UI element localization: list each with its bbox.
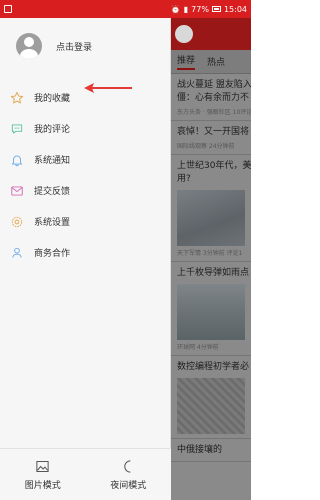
background-tabs: 推荐 热点	[171, 50, 251, 74]
article-image	[177, 378, 245, 434]
login-profile[interactable]: 点击登录	[0, 18, 170, 74]
menu-item-label: 我的收藏	[34, 94, 71, 104]
clock: 15:04	[223, 4, 247, 14]
article-title: 僵：心有余而力不	[177, 93, 250, 103]
login-label[interactable]: 点击登录	[56, 40, 92, 53]
article-meta: 国际线观察 24分钟前	[177, 143, 235, 150]
article-image	[177, 190, 245, 246]
menu-item-label: 系统设置	[34, 218, 71, 228]
comment-icon	[10, 122, 24, 136]
background-app: 推荐 热点 战火蔓延 盟友陷入 僵：心有余而力不 东方头条 · 强眼社区 10评…	[171, 18, 251, 500]
article-title: 用?	[177, 174, 191, 184]
article-meta: 东方头条 · 强眼社区 10评论	[177, 109, 251, 116]
arrow-annotation-icon	[84, 83, 132, 93]
article-title: 上千枚导弹如雨点	[177, 268, 250, 278]
drawer-menu: 我的收藏 我的评论 系统通知 提交反馈 系统设置 商务合作	[0, 82, 170, 268]
list-item: 中俄接壤的	[171, 439, 251, 462]
night-mode-label: 夜间模式	[110, 480, 147, 491]
image-mode-label: 图片模式	[24, 480, 61, 491]
feedback-icon	[10, 184, 24, 198]
moon-icon	[124, 459, 131, 473]
menu-item-business[interactable]: 商务合作	[0, 237, 170, 268]
article-title: 中俄接壤的	[177, 445, 223, 455]
menu-item-label: 提交反馈	[34, 187, 71, 197]
article-title: 战火蔓延 盟友陷入	[177, 80, 251, 90]
article-title: 哀悼！又一开国将	[177, 127, 250, 137]
signal-icon: ▮	[183, 4, 189, 14]
menu-item-settings[interactable]: 系统设置	[0, 206, 170, 237]
notification-icon	[4, 5, 12, 13]
alarm-icon: ⏰	[170, 4, 181, 14]
list-item: 上千枚导弹如雨点 环球网 4分钟前	[171, 262, 251, 356]
menu-item-label: 我的评论	[34, 125, 71, 135]
article-title: 数控编程初学者必	[177, 362, 250, 372]
list-item: 哀悼！又一开国将 国际线观察 24分钟前	[171, 121, 251, 155]
menu-item-comments[interactable]: 我的评论	[0, 113, 170, 144]
menu-item-label: 商务合作	[34, 249, 71, 259]
article-title: 上世纪30年代，美	[177, 161, 251, 171]
menu-item-notifications[interactable]: 系统通知	[0, 144, 170, 175]
night-mode-button[interactable]: 夜间模式	[86, 449, 172, 500]
battery-icon	[211, 6, 221, 12]
list-item: 上世纪30年代，美 用? 天下军情 3分钟前 评论1	[171, 155, 251, 262]
star-icon	[10, 91, 24, 105]
list-item: 数控编程初学者必	[171, 356, 251, 439]
article-image	[177, 284, 245, 340]
bell-icon	[10, 153, 24, 167]
menu-item-feedback[interactable]: 提交反馈	[0, 175, 170, 206]
person-icon	[10, 246, 24, 260]
image-icon	[36, 460, 49, 472]
background-avatar-icon	[175, 25, 193, 43]
battery-percent: 77%	[191, 4, 209, 14]
article-meta: 环球网 4分钟前	[177, 344, 219, 351]
tab-hot: 热点	[207, 58, 226, 68]
status-bar: ⏰ ▮ 77% 15:04	[0, 0, 251, 18]
gear-icon	[10, 215, 24, 229]
article-meta: 天下军情 3分钟前 评论1	[177, 250, 243, 257]
list-item: 战火蔓延 盟友陷入 僵：心有余而力不 东方头条 · 强眼社区 10评论	[171, 74, 251, 121]
background-topbar	[171, 18, 251, 50]
avatar-icon[interactable]	[16, 33, 42, 59]
image-mode-button[interactable]: 图片模式	[0, 449, 86, 500]
menu-item-label: 系统通知	[34, 156, 71, 166]
drawer-bottom-bar: 图片模式 夜间模式	[0, 448, 171, 500]
tab-recommend: 推荐	[177, 53, 196, 70]
